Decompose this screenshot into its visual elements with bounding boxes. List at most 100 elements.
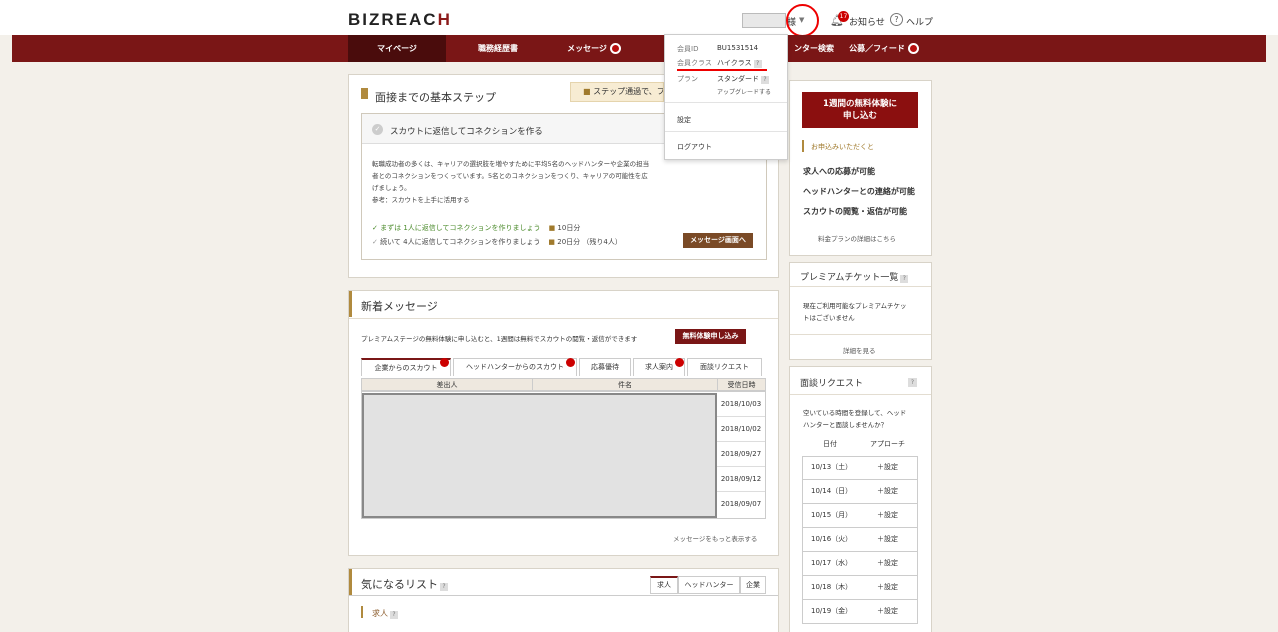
help-icon[interactable]: ? (908, 378, 917, 387)
benefits-label: お申込みいただくと (811, 143, 874, 151)
watchlist-section: 求人? (372, 608, 398, 619)
member-class-value: ハイクラス? (717, 58, 762, 68)
calendar-row: 10/18（木） ＋設定 (802, 576, 918, 600)
main-nav (12, 35, 1266, 62)
task-1: ✓ まずは 1人に返信してコネクションを作りましょう ■ 10日分 (372, 224, 581, 232)
nav-messages[interactable]: メッセージ (556, 35, 632, 62)
col-received: 受信日時 (717, 378, 766, 391)
user-dropdown-menu: 会員ID BU1531514 会員クラス ハイクラス? プラン スタンダード? … (664, 34, 788, 160)
message-date[interactable]: 2018/10/02 (717, 417, 765, 442)
nav-resume[interactable]: 職務経歴書 (460, 35, 536, 62)
set-slot-button[interactable]: ＋設定 (877, 576, 898, 599)
calendar-row: 10/14（日） ＋設定 (802, 480, 918, 504)
bizreach-logo[interactable]: BIZREACH (348, 10, 452, 30)
nav-mypage[interactable]: マイページ (348, 35, 446, 62)
col-date: 日付 (823, 440, 837, 448)
tab-application-priority[interactable]: 応募優待 (579, 358, 631, 376)
member-class-label: 会員クラス (677, 59, 712, 67)
interview-title: 面談リクエスト (800, 379, 864, 389)
shield-icon (361, 88, 368, 99)
more-messages-link[interactable]: メッセージをもっと表示する (673, 533, 757, 543)
help-icon[interactable]: ? (890, 13, 903, 26)
redacted-messages (362, 393, 717, 518)
title-accent (349, 291, 352, 317)
reference-link[interactable]: 参考：スカウトを上手に活用する (372, 194, 649, 206)
help-icon[interactable]: ? (440, 583, 448, 591)
divider (665, 102, 787, 103)
tickets-details-link[interactable]: 詳細を見る (843, 345, 876, 355)
set-slot-button[interactable]: ＋設定 (877, 504, 898, 527)
set-slot-button[interactable]: ＋設定 (877, 480, 898, 503)
set-slot-button[interactable]: ＋設定 (877, 456, 898, 479)
annotation-underline (677, 69, 767, 71)
top-header (0, 0, 1278, 35)
tab-headhunter-scout[interactable]: ヘッドハンターからのスカウト (453, 358, 577, 376)
annotation-circle (786, 4, 819, 37)
divider (790, 286, 931, 287)
gift-icon: ■ (548, 238, 555, 246)
calendar-row: 10/16（火） ＋設定 (802, 528, 918, 552)
divider (790, 334, 931, 335)
set-slot-button[interactable]: ＋設定 (877, 528, 898, 551)
help-icon[interactable]: ? (761, 76, 769, 84)
steps-title: 面接までの基本ステップ (375, 91, 496, 104)
plan-details-link[interactable]: 料金プランの詳細はこちら (818, 233, 896, 243)
divider (349, 318, 778, 319)
calendar-row: 10/13（土） ＋設定 (802, 456, 918, 480)
unread-indicator (609, 43, 621, 54)
tab-headhunters[interactable]: ヘッドハンター (678, 576, 740, 594)
tab-companies[interactable]: 企業 (740, 576, 766, 594)
plan-label: プラン (677, 75, 698, 83)
col-approach: アプローチ (870, 440, 905, 448)
divider (790, 394, 931, 395)
tab-company-scout[interactable]: 企業からのスカウト (361, 358, 451, 376)
gift-icon: ■ (583, 87, 594, 96)
help-icon[interactable]: ? (753, 60, 762, 68)
unread-dot (566, 358, 575, 367)
message-date[interactable]: 2018/10/03 (717, 392, 765, 417)
logout-link[interactable]: ログアウト (677, 142, 712, 152)
tab-jobs[interactable]: 求人 (650, 576, 678, 594)
calendar-row: 10/15（月） ＋設定 (802, 504, 918, 528)
member-id-label: 会員ID (677, 45, 699, 53)
col-sender: 差出人 (361, 378, 533, 391)
section-accent (802, 140, 804, 152)
user-name-redacted[interactable] (742, 13, 786, 28)
message-date[interactable]: 2018/09/12 (717, 467, 765, 492)
tab-interview-request[interactable]: 面談リクエスト (687, 358, 762, 376)
nav-headhunter-search[interactable]: ンター検索 (788, 35, 840, 62)
tickets-title: プレミアムチケット一覧? (800, 270, 909, 283)
settings-link[interactable]: 設定 (677, 115, 691, 125)
help-icon[interactable]: ? (900, 275, 909, 283)
benefit-item: 求人への応募が可能 (803, 167, 875, 176)
unread-dot (675, 358, 684, 367)
task-2: ✓ 続いて 4人に返信してコネクションを作りましょう ■ 20日分 （残り4人） (372, 238, 622, 246)
title-accent (349, 569, 352, 595)
trial-signup-button[interactable]: 1週間の無料体験に 申し込む (802, 92, 918, 128)
tickets-text: 現在ご利用可能なプレミアムチケッ トはございません (803, 302, 907, 322)
set-slot-button[interactable]: ＋設定 (877, 552, 898, 575)
free-trial-button[interactable]: 無料体験申し込み (675, 329, 746, 344)
message-date[interactable]: 2018/09/07 (717, 492, 765, 517)
help-icon[interactable]: ? (390, 611, 398, 619)
step-reward-ribbon: ■ ステップ通過で、フ (570, 82, 664, 102)
step-box-title: スカウトに返信してコネクションを作る (390, 127, 543, 137)
calendar-row: 10/19（金） ＋設定 (802, 600, 918, 624)
message-date[interactable]: 2018/09/27 (717, 442, 765, 467)
calendar-row: 10/17（水） ＋設定 (802, 552, 918, 576)
help-link[interactable]: ヘルプ (906, 15, 933, 28)
upgrade-link[interactable]: アップグレードする (717, 87, 771, 96)
section-accent (361, 606, 363, 618)
messages-title: 新着メッセージ (361, 300, 438, 313)
gift-icon: ■ (548, 224, 556, 232)
set-slot-button[interactable]: ＋設定 (877, 600, 898, 623)
nav-public-feed[interactable]: 公募／フィード (846, 35, 922, 62)
step-description: 転職成功者の多くは、キャリアの選択肢を増やすために平均5名のヘッドハンターや企業… (372, 160, 650, 206)
member-id-value: BU1531514 (717, 44, 759, 52)
interview-text: 空いている時間を登録して、ヘッド ハンターと面談しませんか？ (803, 409, 907, 429)
divider (665, 131, 787, 132)
benefit-item: ヘッドハンターとの連絡が可能 (803, 187, 915, 196)
message-screen-button[interactable]: メッセージ画面へ (683, 233, 753, 248)
watchlist-title: 気になるリスト? (361, 576, 448, 592)
notice-link[interactable]: お知らせ (849, 15, 885, 28)
